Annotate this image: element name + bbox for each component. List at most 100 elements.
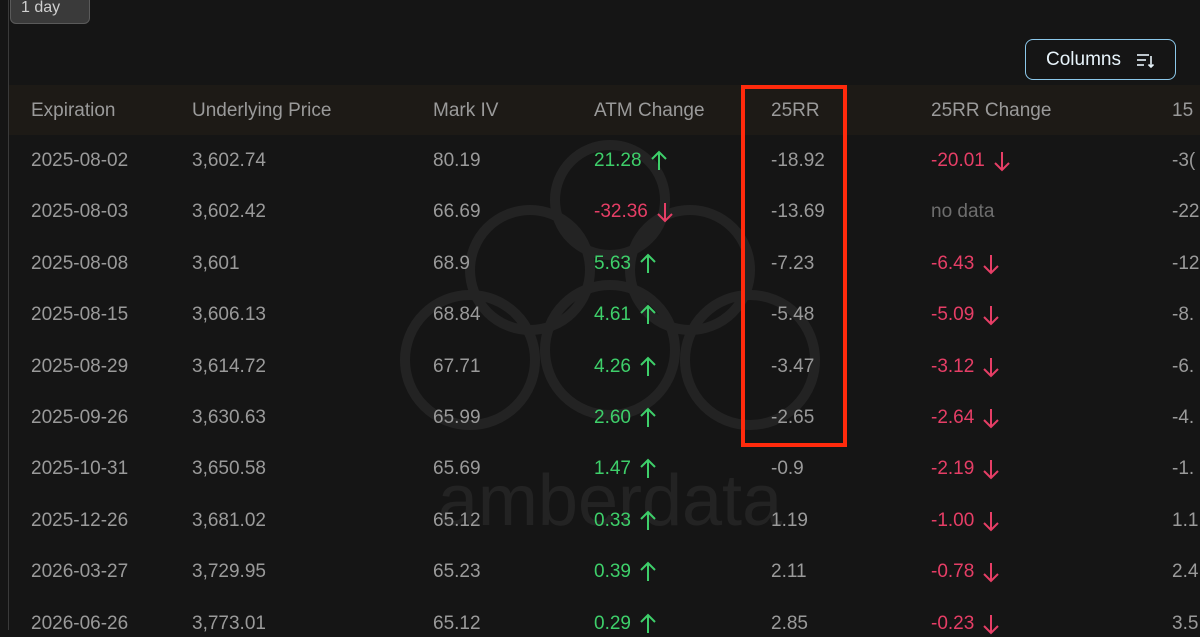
cell-atm-change-value: 21.28 xyxy=(594,150,642,171)
cell-25rr-value: 1.19 xyxy=(771,509,808,531)
cell-25rr-change-value: -0.23 xyxy=(931,612,975,634)
cell-expiration: 2025-08-02 xyxy=(31,148,128,174)
cell-atm-change: 0.33 xyxy=(594,508,657,534)
cell-25rr: 1.19 xyxy=(771,508,808,534)
header-25rr-change[interactable]: 25RR Change xyxy=(931,100,1051,122)
cell-mark-iv: 65.69 xyxy=(433,456,481,482)
arrow-down-icon xyxy=(983,306,1000,326)
header-15[interactable]: 15 xyxy=(1172,100,1193,122)
columns-button[interactable]: Columns xyxy=(1025,39,1176,80)
cell-atm-change-value: 0.29 xyxy=(594,612,631,634)
header-expiration[interactable]: Expiration xyxy=(31,100,116,122)
cell-expiration: 2025-08-15 xyxy=(31,302,128,328)
cell-25rr-change: -5.09 xyxy=(931,302,1000,328)
cell-underlying-price: 3,650.58 xyxy=(192,456,266,482)
cell-mark-iv-value: 65.23 xyxy=(433,561,481,583)
cell-expiration-value: 2025-08-03 xyxy=(31,201,129,223)
cell-expiration-value: 2025-09-26 xyxy=(31,407,129,428)
cell-expiration-value: 2025-08-08 xyxy=(31,252,129,274)
cell-15-value: -1. xyxy=(1172,458,1195,480)
cell-underlying-price-value: 3,650.58 xyxy=(192,458,266,480)
arrow-down-icon xyxy=(983,460,1000,480)
cell-atm-change-value: 4.26 xyxy=(594,355,631,377)
cell-25rr-change: -2.19 xyxy=(931,456,1000,482)
cell-underlying-price-value: 3,602.42 xyxy=(192,201,266,223)
cell-25rr-change-value: -6.43 xyxy=(931,252,975,274)
cell-25rr-value: 2.85 xyxy=(771,612,808,634)
cell-15-value: 1.1 xyxy=(1172,509,1199,531)
cell-25rr-change-value: no data xyxy=(931,201,995,223)
cell-expiration: 2025-08-08 xyxy=(31,251,128,277)
cell-atm-change: 0.39 xyxy=(594,559,657,585)
cell-mark-iv: 66.69 xyxy=(433,199,481,225)
cell-underlying-price: 3,602.74 xyxy=(192,148,266,174)
cell-underlying-price: 3,601 xyxy=(192,251,240,277)
cell-atm-change-value: 0.33 xyxy=(594,509,631,531)
cell-expiration-value: 2025-08-29 xyxy=(31,355,129,377)
cell-underlying-price: 3,602.42 xyxy=(192,199,266,225)
cell-25rr-change: -6.43 xyxy=(931,251,1000,277)
cell-atm-change: 1.47 xyxy=(594,456,657,482)
cell-25rr: 2.85 xyxy=(771,611,808,637)
cell-mark-iv-value: 68.9 xyxy=(433,252,470,274)
arrow-down-icon xyxy=(983,614,1000,635)
cell-underlying-price-value: 3,602.74 xyxy=(192,150,266,171)
highlight-box-25rr xyxy=(741,85,847,447)
cell-mark-iv-value: 67.71 xyxy=(433,355,481,377)
arrow-down-icon xyxy=(983,357,1000,378)
cell-underlying-price-value: 3,606.13 xyxy=(192,304,266,326)
cell-mark-iv: 80.19 xyxy=(433,148,481,174)
cell-25rr-change-value: -5.09 xyxy=(931,304,975,326)
cell-mark-iv-value: 65.69 xyxy=(433,458,481,480)
cell-15: 3.5 xyxy=(1172,611,1198,637)
cell-mark-iv: 68.9 xyxy=(433,251,470,277)
cell-15-value: -6. xyxy=(1172,355,1195,377)
cell-15: -4. xyxy=(1172,405,1194,431)
cell-expiration: 2025-12-26 xyxy=(31,508,128,534)
cell-underlying-price-value: 3,729.95 xyxy=(192,561,266,583)
cell-underlying-price-value: 3,630.63 xyxy=(192,407,266,428)
arrow-up-icon xyxy=(640,407,656,427)
time-range-button[interactable]: 1 day xyxy=(10,0,90,24)
cell-15: -3( xyxy=(1172,148,1195,174)
cell-mark-iv: 65.12 xyxy=(433,508,481,534)
cell-15: -12 xyxy=(1172,251,1199,277)
arrow-down-icon xyxy=(983,254,1000,275)
header-atm-change[interactable]: ATM Change xyxy=(594,100,705,122)
cell-25rr-value: 2.11 xyxy=(771,561,807,583)
cell-atm-change-value: -32.36 xyxy=(594,201,648,223)
cell-25rr-change-value: -20.01 xyxy=(931,150,985,171)
cell-underlying-price: 3,614.72 xyxy=(192,354,266,380)
cell-expiration-value: 2026-06-26 xyxy=(31,612,129,634)
cell-15: 2.4 xyxy=(1172,559,1198,585)
cell-expiration: 2026-06-26 xyxy=(31,611,128,637)
cell-15-value: 3.5 xyxy=(1172,612,1199,634)
cell-atm-change-value: 1.47 xyxy=(594,458,631,480)
cell-expiration: 2025-08-03 xyxy=(31,199,128,225)
cell-mark-iv: 67.71 xyxy=(433,354,481,380)
cell-25rr-change: -3.12 xyxy=(931,354,1000,380)
cell-atm-change-value: 5.63 xyxy=(594,252,631,274)
cell-mark-iv-value: 65.99 xyxy=(433,407,481,428)
arrow-up-icon xyxy=(650,150,667,170)
columns-button-label: Columns xyxy=(1046,48,1121,70)
cell-mark-iv-value: 68.84 xyxy=(433,304,481,326)
header-mark-iv[interactable]: Mark IV xyxy=(433,100,498,122)
cell-atm-change: 21.28 xyxy=(594,148,668,174)
cell-mark-iv-value: 65.12 xyxy=(433,509,481,531)
arrow-up-icon xyxy=(640,356,656,376)
cell-25rr-change-value: -2.19 xyxy=(931,458,975,480)
cell-expiration-value: 2025-08-02 xyxy=(31,150,129,171)
arrow-up-icon xyxy=(640,561,656,582)
sort-list-icon xyxy=(1136,53,1155,68)
cell-atm-change: 4.61 xyxy=(594,302,657,328)
cell-mark-iv-value: 66.69 xyxy=(433,201,481,223)
cell-atm-change: 4.26 xyxy=(594,354,657,380)
arrow-down-icon xyxy=(994,152,1010,172)
cell-25rr-change: no data xyxy=(931,199,994,225)
cell-mark-iv-value: 65.12 xyxy=(433,612,481,634)
arrow-down-icon xyxy=(983,511,1000,532)
cell-underlying-price: 3,681.02 xyxy=(192,508,266,534)
cell-atm-change: 5.63 xyxy=(594,251,657,277)
header-underlying-price[interactable]: Underlying Price xyxy=(192,100,331,122)
